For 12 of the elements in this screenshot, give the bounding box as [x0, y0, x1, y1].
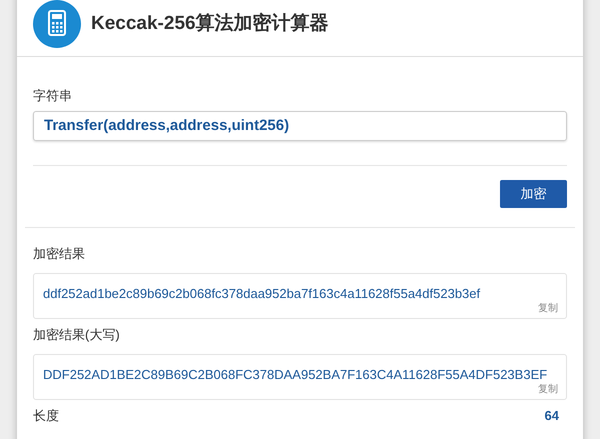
result-label: 加密结果	[33, 244, 86, 262]
hash-text: DDF252AD1BE2C89B69C2B068FC378DAA952BA7F163C4A11628F55A4DF523B3EF	[43, 366, 548, 384]
hash-text: ddf252ad1be2c89b69c2b068fc378daa952ba7f163c4a11628f55a4df523b3ef	[43, 285, 482, 303]
input-field[interactable]: Transfer(address,address,uint256)	[33, 110, 567, 140]
page-title: Keccak-256算法加密计算器	[91, 12, 329, 36]
copy-button[interactable]: 复制	[538, 301, 558, 316]
encrypt-button[interactable]: 加密	[500, 180, 567, 208]
length-value: 64	[544, 406, 559, 424]
field-label: 字符串	[33, 87, 73, 105]
copy-button[interactable]: 复制	[538, 382, 558, 396]
result-label: 加密结果(大写)	[33, 326, 121, 344]
length-label: 长度	[33, 406, 59, 424]
